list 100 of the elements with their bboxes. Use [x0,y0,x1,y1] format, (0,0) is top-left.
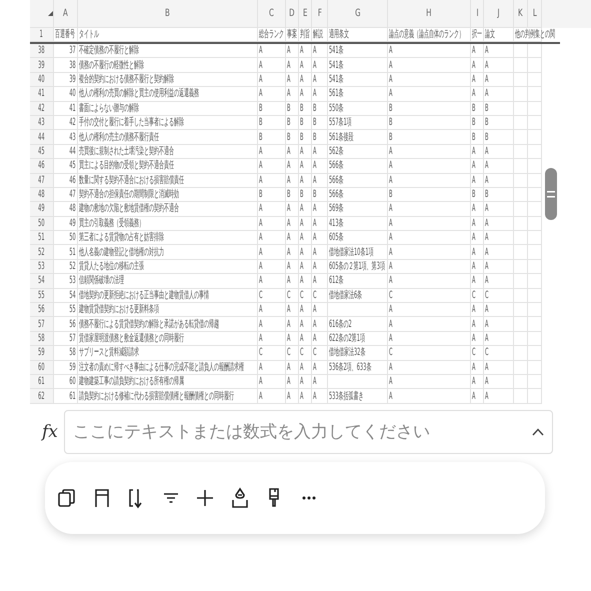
empty-cell [528,130,542,145]
table-cell: A [287,74,290,85]
table-cell: A [259,362,262,373]
table-cell: A [259,45,262,56]
table-cell: A [300,60,304,71]
corner-triangle-icon[interactable] [48,11,53,16]
row-number[interactable]: 1 [40,29,44,40]
formula-bar[interactable]: ここにテキストまたは数式を入力してください [64,410,553,454]
table-cell: A [300,174,304,186]
table-cell: A [389,218,392,229]
table-cell: C [259,347,262,358]
table-cell: A [300,146,304,157]
column-header[interactable]: F [317,8,322,19]
empty-cell [528,274,542,289]
table-cell: C [313,347,316,358]
table-cell: B [389,189,392,200]
table-cell: 他人の権利の売主の債務不履行責任 [79,132,159,143]
column-header[interactable]: B [165,8,170,19]
table-cell: A [313,45,316,56]
column-header[interactable]: K [518,8,523,19]
table-cell: A [259,246,262,258]
table-cell: A [300,160,304,172]
table-cell: A [389,390,392,402]
column-header[interactable]: J [497,8,500,19]
table-cell: B [300,189,304,200]
table-cell: A [389,232,392,244]
table-cell: A [300,376,304,388]
table-cell: A [287,390,290,402]
table-cell: A [300,45,304,56]
empty-cell [528,58,542,73]
table-cell: A [389,203,392,214]
scroll-handle[interactable] [545,168,557,220]
table-cell: A [389,174,392,186]
table-cell: A [389,45,392,56]
table-cell: 612条 [329,275,344,286]
table-cell: 書面によらない贈与の解除 [79,102,139,114]
table-cell: 57 [70,333,76,344]
table-cell: サブリースと賃料減額請求 [79,347,139,358]
table-cell: A [259,376,262,388]
table-cell: B [389,132,392,143]
column-header[interactable]: G [354,8,360,19]
table-cell: A [300,246,304,258]
table-cell: B [300,102,304,114]
column-header[interactable]: I [476,8,478,19]
table-cell: A [472,88,476,100]
column-header[interactable]: E [302,8,308,19]
chevron-up-icon[interactable] [532,428,544,436]
table-cell: 契約不適合の担保責任の期間制限と消滅時効 [79,189,179,200]
table-cell: 複合的契約における債務不履行と契約解除 [79,74,174,85]
table-cell: A [313,390,316,402]
table-cell: 541条 [329,74,344,85]
table-cell: B [259,117,262,128]
empty-cell [528,116,542,130]
table-cell: A [300,390,304,402]
table-cell: 616条の2 [329,318,352,330]
column-header[interactable]: A [63,8,68,19]
column-header[interactable]: H [426,8,432,19]
table-cell: A [485,275,488,286]
empty-cell [528,144,542,160]
empty-cell [528,102,542,116]
formula-input-field[interactable]: ここにテキストまたは数式を入力してください [71,420,532,443]
empty-cell [528,332,542,346]
column-header[interactable]: C [269,8,274,19]
table-header-cell: 事案 [287,29,297,40]
table-cell: 566条 [329,160,344,172]
column-header[interactable]: D [289,8,295,19]
table-cell: A [287,218,290,229]
table-cell: A [287,333,290,344]
table-cell: B [313,117,316,128]
empty-cell [528,216,542,232]
table-cell: 他人の権利の売買の解除と買主の使用利益の返還義務 [79,88,199,100]
table-cell: 52 [70,261,76,272]
table-cell: C [485,347,488,358]
table-cell: A [259,174,262,186]
table-cell: A [485,362,488,373]
column-header[interactable]: L [532,8,536,19]
table-cell: 不確定債務の不履行と解除 [79,45,139,56]
table-cell: 注文者の責めに帰すべき事由による仕事の完成不能と請負人の報酬請求権 [79,362,244,373]
table-cell: B [472,132,476,143]
empty-cell [528,374,542,390]
copy-icon[interactable] [56,486,78,509]
empty-cell [528,159,542,174]
table-cell: A [313,246,316,258]
table-cell: 他人名義の建物登記と借地権の対抗力 [79,246,164,258]
table-cell: C [389,347,392,358]
empty-cell [528,245,542,260]
table-cell: A [287,376,290,388]
table-header-cell: タイトル [79,29,99,40]
table-cell: C [472,290,476,301]
table-header-cell: 択一 [472,29,482,40]
table-cell: A [259,160,262,172]
table-cell: A [287,60,290,71]
empty-cell [528,360,542,375]
table-cell: A [389,304,392,316]
table-cell: A [389,333,392,344]
table-cell: A [259,390,262,402]
table-cell: A [485,146,488,157]
table-cell: A [485,174,488,186]
table-cell: 債務不履行による賃貸借契約の解除と承諾がある転貸借の帰趨 [79,318,219,330]
table-cell: 569条 [329,203,344,214]
